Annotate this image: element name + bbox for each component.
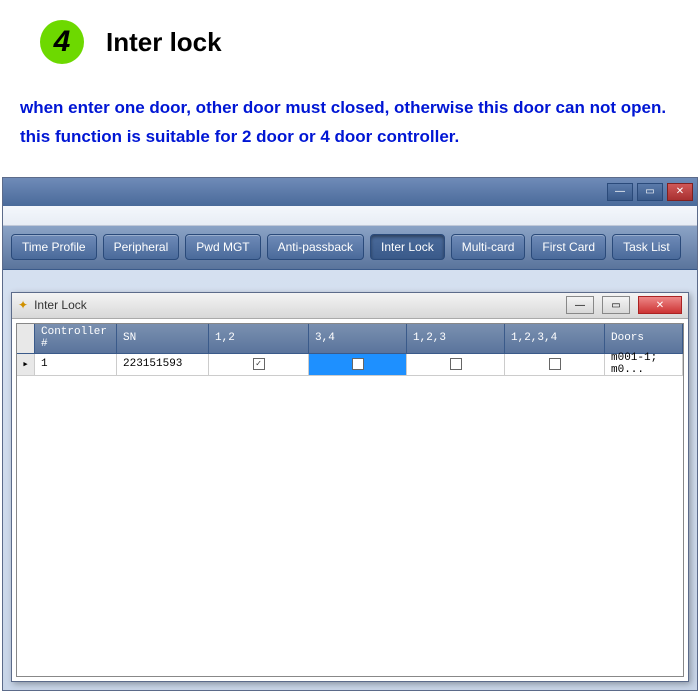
grid-corner (17, 324, 35, 354)
child-titlebar: ✦ Inter Lock — ▭ ✕ (12, 293, 688, 319)
child-maximize-button[interactable]: ▭ (602, 296, 630, 314)
maximize-button[interactable]: ▭ (637, 183, 663, 201)
checkbox-12[interactable]: ✓ (253, 358, 265, 370)
col-12[interactable]: 1,2 (209, 324, 309, 354)
cell-1234[interactable] (505, 354, 605, 376)
cell-12[interactable]: ✓ (209, 354, 309, 376)
child-minimize-button[interactable]: — (566, 296, 594, 314)
app-window: — ▭ ✕ Time Profile Peripheral Pwd MGT An… (2, 177, 698, 691)
checkbox-34[interactable] (352, 358, 364, 370)
row-header[interactable]: ▸ (17, 354, 35, 376)
inter-lock-window: ✦ Inter Lock — ▭ ✕ Controller # SN 1,2 3… (11, 292, 689, 682)
col-doors[interactable]: Doors (605, 324, 683, 354)
tab-time-profile[interactable]: Time Profile (11, 234, 97, 260)
checkbox-123[interactable] (450, 358, 462, 370)
tab-first-card[interactable]: First Card (531, 234, 606, 260)
tab-anti-passback[interactable]: Anti-passback (267, 234, 364, 260)
col-sn[interactable]: SN (117, 324, 209, 354)
menubar (3, 206, 697, 226)
child-window-title: Inter Lock (34, 298, 558, 312)
child-close-button[interactable]: ✕ (638, 296, 682, 314)
cell-sn[interactable]: 223151593 (117, 354, 209, 376)
col-123[interactable]: 1,2,3 (407, 324, 505, 354)
col-controller[interactable]: Controller # (35, 324, 117, 354)
step-title: Inter lock (106, 27, 222, 58)
cell-123[interactable] (407, 354, 505, 376)
table-row[interactable]: ▸ 1 223151593 ✓ m001-1; m0... (17, 354, 683, 376)
close-button[interactable]: ✕ (667, 183, 693, 201)
step-header: 4 Inter lock (0, 0, 700, 64)
tab-peripheral[interactable]: Peripheral (103, 234, 180, 260)
grid-empty-area (17, 376, 683, 676)
minimize-button[interactable]: — (607, 183, 633, 201)
tab-inter-lock[interactable]: Inter Lock (370, 234, 445, 260)
interlock-grid: Controller # SN 1,2 3,4 1,2,3 1,2,3,4 Do… (16, 323, 684, 677)
tab-task-list[interactable]: Task List (612, 234, 681, 260)
checkbox-1234[interactable] (549, 358, 561, 370)
main-toolbar: Time Profile Peripheral Pwd MGT Anti-pas… (3, 226, 697, 270)
cell-doors[interactable]: m001-1; m0... (605, 354, 683, 376)
col-34[interactable]: 3,4 (309, 324, 407, 354)
step-description: when enter one door, other door must clo… (0, 64, 700, 177)
cell-controller[interactable]: 1 (35, 354, 117, 376)
grid-header-row: Controller # SN 1,2 3,4 1,2,3 1,2,3,4 Do… (17, 324, 683, 354)
tab-multi-card[interactable]: Multi-card (451, 234, 526, 260)
cell-34[interactable] (309, 354, 407, 376)
wand-icon: ✦ (18, 298, 28, 312)
col-1234[interactable]: 1,2,3,4 (505, 324, 605, 354)
step-number-badge: 4 (40, 20, 84, 64)
tab-pwd-mgt[interactable]: Pwd MGT (185, 234, 260, 260)
main-titlebar: — ▭ ✕ (3, 178, 697, 206)
workspace: ✦ Inter Lock — ▭ ✕ Controller # SN 1,2 3… (3, 270, 697, 690)
